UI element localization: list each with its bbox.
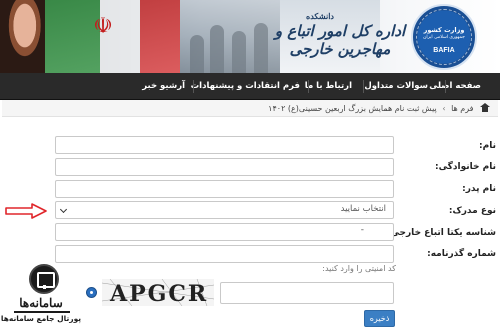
watermark-subtitle: پورتال جامع سامانه‌ها — [0, 314, 82, 323]
nav-item-contact[interactable]: ارتباط با ما — [305, 73, 352, 100]
main-navbar: صفحه اصلی سوالات متداول ارتباط با ما فرم… — [0, 73, 500, 100]
nav-item-feedback[interactable]: فرم انتقادات و پیشنهادات — [191, 73, 300, 100]
logo-line1: وزارت کشور — [423, 26, 465, 34]
breadcrumb: فرم ها › پیش ثبت نام همایش بزرگ اربعین ح… — [2, 100, 498, 117]
breadcrumb-root[interactable]: فرم ها — [451, 104, 473, 113]
iran-emblem-icon: ☫ — [93, 14, 113, 39]
family-label: نام خانوادگی: — [434, 162, 496, 172]
banner-crowd-photo — [180, 0, 280, 73]
save-button[interactable]: ذخیره — [364, 310, 395, 327]
doc-type-selected: انتخاب نمایید — [340, 204, 386, 214]
captcha-input[interactable] — [220, 282, 394, 304]
doc-type-label: نوع مدرک: — [448, 206, 496, 216]
passport-number-label: شماره گذرنامه: — [427, 249, 496, 259]
samanehha-watermark: سامانه‌ها پورتال جامع سامانه‌ها — [0, 259, 82, 336]
banner-title-pre: دانشکده — [306, 11, 334, 21]
watermark-title: سامانه‌ها — [19, 296, 63, 310]
captcha-prompt: کد امنیتی را وارد کنید: — [322, 264, 396, 273]
banner-title-main: اداره کل امور اتباع و مهاجرین خارجی — [274, 21, 406, 58]
red-arrow-icon — [5, 203, 47, 219]
breadcrumb-chevron-icon: › — [442, 104, 446, 113]
header-banner: ☫ دانشکده اداره کل امور اتباع و مهاجرین … — [0, 0, 500, 73]
doc-type-select[interactable]: انتخاب نمایید — [55, 201, 394, 219]
banner-title: دانشکده اداره کل امور اتباع و مهاجرین خا… — [270, 11, 410, 58]
logo-line2: جمهوری اسلامی ایران — [423, 35, 465, 40]
nav-item-news-archive[interactable]: آرشیو خبر — [142, 73, 185, 100]
foreign-id-value: - — [360, 225, 364, 235]
bafia-logo: وزارت کشور جمهوری اسلامی ایران BAFIA — [411, 4, 477, 70]
captcha-image: APGCR — [102, 279, 214, 306]
nav-item-faq[interactable]: سوالات متداول — [364, 73, 428, 100]
flag-red-stripe — [140, 0, 180, 73]
nav-item-home[interactable]: صفحه اصلی — [429, 73, 481, 100]
captcha-refresh-icon[interactable] — [86, 287, 97, 298]
captcha-text: APGCR — [109, 281, 208, 306]
family-field[interactable] — [55, 158, 394, 176]
banner-child-photo — [0, 0, 45, 73]
monitor-search-icon — [29, 264, 59, 294]
chevron-down-icon — [59, 205, 68, 214]
passport-number-field[interactable] — [55, 245, 394, 263]
logo-line3: BAFIA — [433, 47, 455, 54]
name-label: نام: — [479, 141, 496, 151]
foreign-id-label: شناسه یکتا اتباع خارجی: — [386, 228, 496, 238]
foreign-id-field[interactable]: - — [55, 223, 394, 241]
name-field[interactable] — [55, 136, 394, 154]
home-icon[interactable] — [480, 103, 490, 112]
breadcrumb-current: پیش ثبت نام همایش بزرگ اربعین حسینی(ع) ۱… — [268, 104, 437, 113]
father-name-label: نام پدر: — [462, 184, 496, 194]
father-name-field[interactable] — [55, 180, 394, 198]
